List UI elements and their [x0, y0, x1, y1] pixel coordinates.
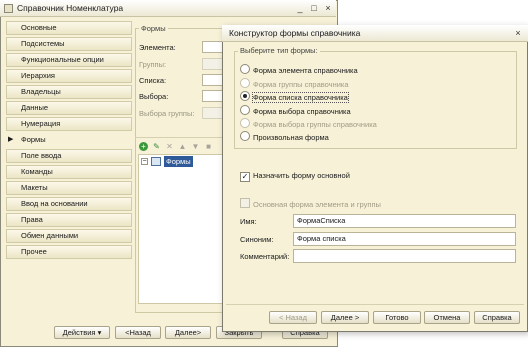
- radio-indicator: [240, 131, 250, 141]
- nav-item-basic[interactable]: Основные: [6, 21, 132, 35]
- catalog-window-title: Справочник Номенклатура: [17, 3, 124, 13]
- nav-item-label: Подсистемы: [21, 39, 65, 48]
- comment-label: Комментарий:: [240, 252, 290, 261]
- form-type-group-title: Выберите тип формы:: [238, 46, 320, 55]
- radio-indicator: [240, 64, 250, 74]
- synonym-input[interactable]: Форма списка: [293, 232, 516, 246]
- nav-item-label: Функциональные опции: [21, 55, 104, 64]
- nav-item-rights[interactable]: Права: [6, 213, 132, 227]
- nav-item-label: Команды: [21, 167, 53, 176]
- radio-label: Произвольная форма: [253, 133, 329, 142]
- nav-item-other[interactable]: Прочее: [6, 245, 132, 259]
- done-button[interactable]: Готово: [373, 311, 421, 324]
- nav-item-hierarchy[interactable]: Иерархия: [6, 69, 132, 83]
- radio-indicator: [240, 91, 250, 101]
- nav-item-input-based-on[interactable]: Ввод на основании: [6, 197, 132, 211]
- checkbox-label: Основная форма элемента и группы: [253, 200, 381, 209]
- dialog-next-button[interactable]: Далее >: [321, 311, 369, 324]
- group-form-label: Группы:: [139, 60, 167, 69]
- synonym-label: Синоним:: [240, 235, 274, 244]
- edit-icon[interactable]: ✎: [152, 142, 161, 151]
- dialog-help-button[interactable]: Справка: [474, 311, 520, 324]
- nav-item-numbering[interactable]: Нумерация: [6, 117, 132, 131]
- move-up-icon[interactable]: ▲: [178, 142, 187, 151]
- radio-label: Форма выбора группы справочника: [253, 120, 377, 129]
- radio-indicator: [240, 105, 250, 115]
- nav-item-owners[interactable]: Владельцы: [6, 85, 132, 99]
- nav-item-data-exchange[interactable]: Обмен данными: [6, 229, 132, 243]
- current-section-arrow-icon: ▶: [8, 136, 14, 143]
- radio-label: Форма выбора справочника: [253, 107, 351, 116]
- nav-item-label: Нумерация: [21, 119, 61, 128]
- chevron-down-icon: ▾: [97, 328, 102, 337]
- radio-list-form[interactable]: Форма списка справочника: [240, 91, 349, 103]
- radio-element-form[interactable]: Форма элемента справочника: [240, 64, 358, 76]
- nav-item-label: Основные: [21, 23, 57, 32]
- nav-item-subsystems[interactable]: Подсистемы: [6, 37, 132, 51]
- nav-item-templates[interactable]: Макеты: [6, 181, 132, 195]
- checkmark-icon: ✓: [240, 172, 250, 182]
- nav-item-label: Макеты: [21, 183, 48, 192]
- dialog-back-button[interactable]: < Назад: [269, 311, 317, 324]
- element-form-label: Элемента:: [139, 43, 176, 52]
- catalog-window-icon: [4, 4, 13, 13]
- tree-item-forms[interactable]: Формы: [164, 156, 193, 167]
- nav-item-functional-options[interactable]: Функциональные опции: [6, 53, 132, 67]
- nav-item-label: Прочее: [21, 247, 47, 256]
- add-icon[interactable]: +: [139, 142, 148, 151]
- radio-indicator: [240, 78, 250, 88]
- nav-item-label: Ввод на основании: [21, 199, 88, 208]
- nav-item-label: Иерархия: [21, 71, 55, 80]
- nav-item-forms[interactable]: Формы: [6, 133, 132, 147]
- nav-item-label: Данные: [21, 103, 49, 112]
- radio-group-form: Форма группы справочника: [240, 78, 349, 90]
- group-choice-form-label: Выбора группы:: [139, 109, 195, 118]
- form-folder-icon: [151, 157, 161, 166]
- comment-input[interactable]: [293, 249, 516, 263]
- nav-item-input-field[interactable]: Поле ввода: [6, 149, 132, 163]
- actions-button-label: Действия: [62, 328, 96, 337]
- dialog-title: Конструктор формы справочника: [229, 28, 361, 38]
- close-icon[interactable]: ×: [322, 2, 334, 14]
- dialog-close-icon[interactable]: ×: [512, 27, 524, 39]
- main-element-group-form-checkbox: Основная форма элемента и группы: [240, 198, 381, 210]
- nav-item-data[interactable]: Данные: [6, 101, 132, 115]
- next-button[interactable]: Далее>: [165, 326, 211, 339]
- maximize-button[interactable]: □: [308, 2, 320, 14]
- list-form-label: Списка:: [139, 76, 167, 85]
- radio-label: Форма элемента справочника: [253, 66, 358, 75]
- radio-indicator: [240, 118, 250, 128]
- actions-button[interactable]: Действия ▾: [54, 326, 110, 339]
- sort-icon[interactable]: ■: [204, 142, 213, 151]
- set-main-form-checkbox[interactable]: ✓ Назначить форму основной: [240, 170, 350, 182]
- choice-form-label: Выбора:: [139, 92, 169, 101]
- name-input[interactable]: ФормаСписка: [293, 214, 516, 228]
- back-button[interactable]: <Назад: [115, 326, 161, 339]
- checkbox-label: Назначить форму основной: [253, 171, 350, 180]
- delete-icon[interactable]: ✕: [165, 142, 174, 151]
- name-label: Имя:: [240, 217, 257, 226]
- radio-group-choice-form: Форма выбора группы справочника: [240, 118, 377, 130]
- checkbox-box: [240, 198, 250, 208]
- nav-item-label: Поле ввода: [21, 151, 62, 160]
- dialog-button-separator: [226, 304, 524, 305]
- cancel-button[interactable]: Отмена: [424, 311, 470, 324]
- radio-label: Форма списка справочника: [252, 92, 349, 103]
- radio-arbitrary-form[interactable]: Произвольная форма: [240, 131, 329, 143]
- minimize-button[interactable]: _: [294, 2, 306, 14]
- expand-icon[interactable]: −: [141, 158, 148, 165]
- nav-item-label: Формы: [21, 135, 46, 144]
- forms-group-title: Формы: [139, 24, 168, 33]
- nav-item-commands[interactable]: Команды: [6, 165, 132, 179]
- move-down-icon[interactable]: ▼: [191, 142, 200, 151]
- nav-item-label: Права: [21, 215, 43, 224]
- nav-item-label: Владельцы: [21, 87, 61, 96]
- radio-choice-form[interactable]: Форма выбора справочника: [240, 105, 351, 117]
- radio-label: Форма группы справочника: [253, 80, 349, 89]
- nav-item-label: Обмен данными: [21, 231, 79, 240]
